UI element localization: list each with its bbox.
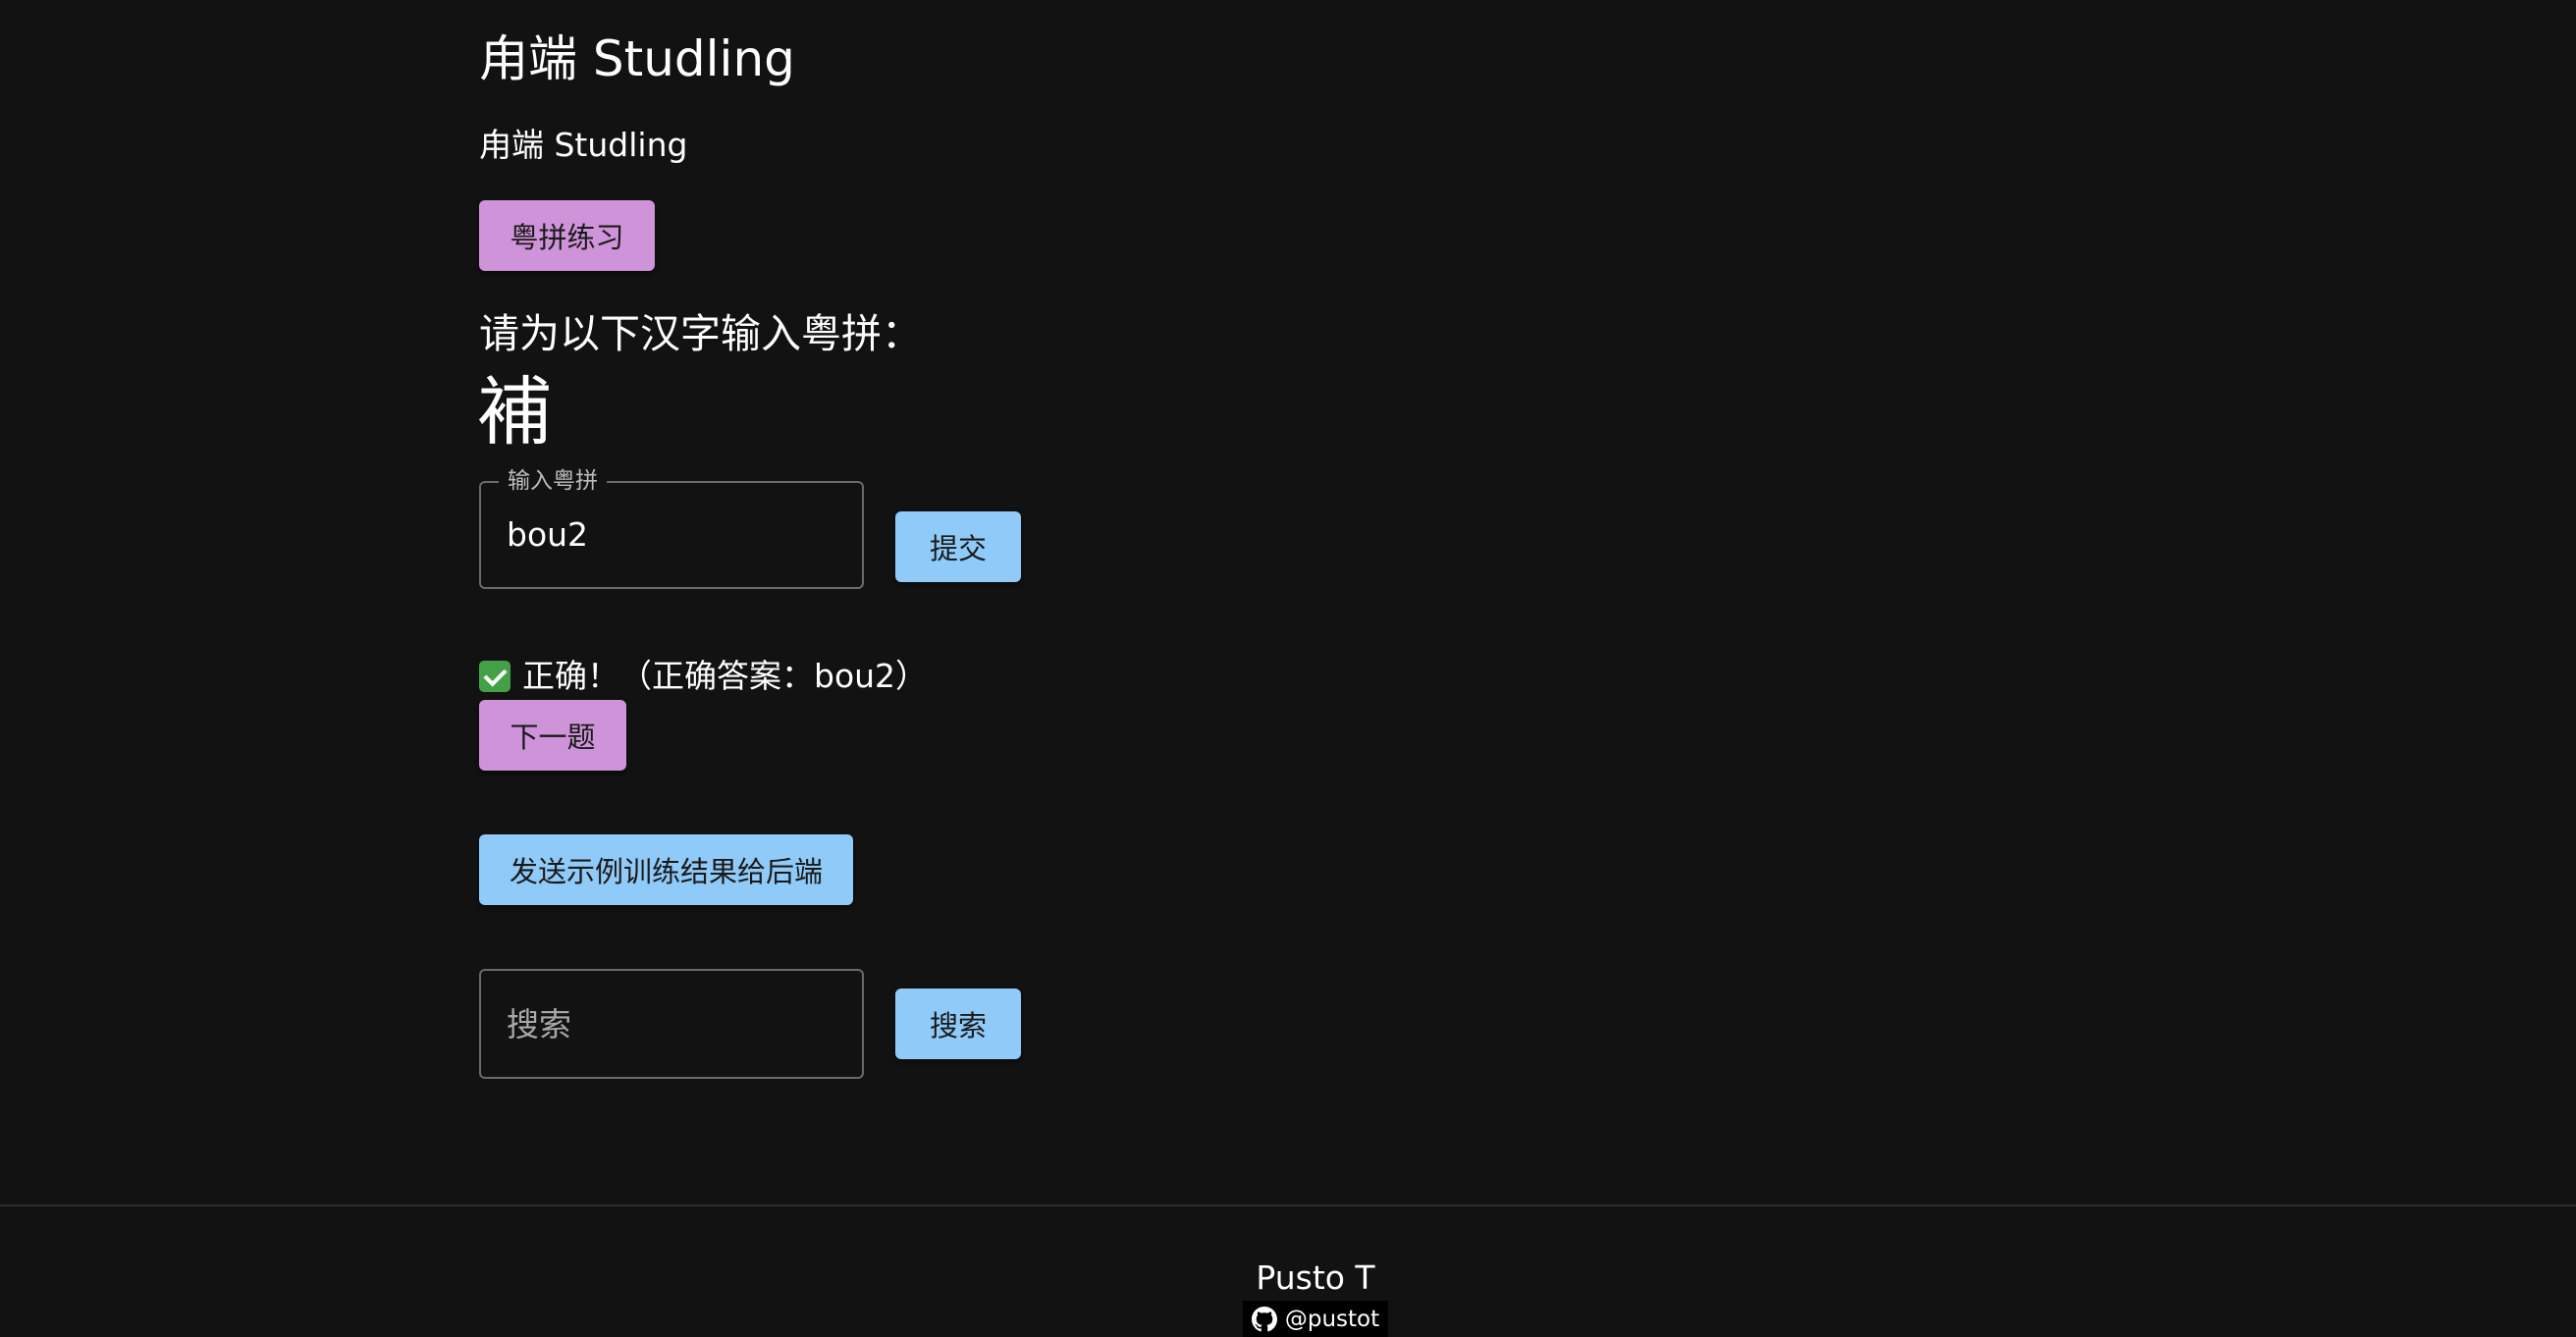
github-handle: @pustot xyxy=(1284,1306,1380,1332)
jyutping-input-value[interactable]: bou2 xyxy=(507,512,588,558)
check-mark-icon xyxy=(479,661,510,692)
search-button[interactable]: 搜索 xyxy=(895,989,1021,1059)
jyutping-input-field[interactable]: 输入粤拼 bou2 xyxy=(479,465,864,589)
quiz-character: 補 xyxy=(477,368,552,455)
result-message: 正确！（正确答案：bou2） xyxy=(479,652,928,701)
jyutping-input-label: 输入粤拼 xyxy=(499,465,607,497)
footer-author: Pusto T xyxy=(1256,1258,1375,1297)
app-subtitle: 甪端 Studling xyxy=(479,126,688,164)
app-title: 甪端 Studling xyxy=(479,30,795,87)
send-results-button[interactable]: 发送示例训练结果给后端 xyxy=(479,834,853,905)
jyutping-practice-button[interactable]: 粤拼练习 xyxy=(479,200,655,271)
github-icon xyxy=(1251,1306,1277,1331)
page: 甪端 Studling 甪端 Studling 粤拼练习 请为以下汉字输入粤拼：… xyxy=(0,0,2576,1337)
quiz-prompt: 请为以下汉字输入粤拼： xyxy=(479,310,922,357)
search-field[interactable] xyxy=(479,969,864,1079)
footer-divider xyxy=(0,1204,2576,1206)
github-link[interactable]: @pustot xyxy=(1243,1301,1388,1337)
submit-button[interactable]: 提交 xyxy=(895,511,1021,582)
result-text: 正确！（正确答案：bou2） xyxy=(522,657,929,695)
next-question-button[interactable]: 下一题 xyxy=(479,700,626,771)
search-input[interactable] xyxy=(481,971,862,1077)
